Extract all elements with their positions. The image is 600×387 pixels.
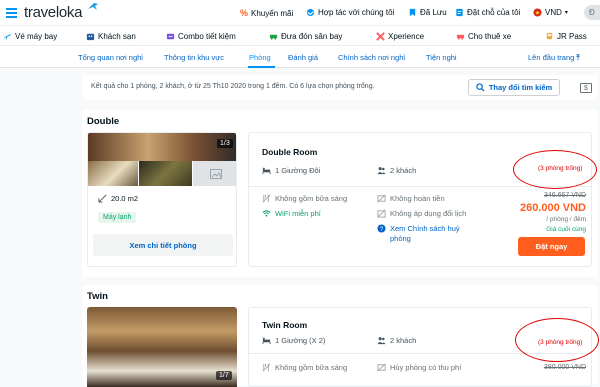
search-summary: Kết quả cho 1 phòng, 2 khách, ở từ 25 Th… [82, 75, 598, 100]
no-breakfast-icon [262, 363, 271, 372]
room-option-card: Double Room 1 Giường Đôi 2 khách Không g… [248, 132, 597, 267]
bed-info: 1 Giường Đôi [262, 166, 320, 175]
combo-icon [166, 33, 175, 40]
book-now-button[interactable]: Đặt ngay [518, 237, 585, 256]
price-display-icon[interactable]: $ [580, 83, 592, 93]
section-title: Double [87, 116, 120, 127]
tab-reviews[interactable]: Đánh giá [288, 53, 318, 62]
logo-bird-icon [88, 3, 98, 10]
room-option-card: Twin Room 1 Giường (X 2) 2 khách Không g… [248, 307, 599, 387]
no-refund-icon [377, 194, 386, 203]
annotation-circle [515, 318, 599, 362]
room-thumb-2[interactable] [139, 161, 192, 186]
image-placeholder-icon [209, 168, 222, 179]
room-thumb-1[interactable] [88, 161, 138, 186]
room-size: 20.0 m2 [98, 194, 138, 203]
handshake-icon [306, 8, 315, 17]
cancellation-policy: Hủy phòng có thu phí [377, 363, 461, 372]
refund-policy: Không hoàn tiền [377, 194, 445, 203]
xperience-icon [376, 32, 385, 41]
bed-icon [262, 337, 271, 345]
change-search-button[interactable]: Thay đổi tìm kiếm [468, 79, 560, 96]
hotel-icon [86, 33, 95, 41]
top-bar: traveloka % Khuyến mãi Hợp tác với chúng… [0, 0, 600, 25]
guest-info: 2 khách [377, 336, 416, 345]
promotions-link[interactable]: % Khuyến mãi [240, 8, 293, 18]
wifi-icon [262, 210, 271, 217]
no-reschedule-icon [377, 209, 386, 218]
active-tab-indicator [248, 66, 275, 68]
breakfast-info: Không gồm bữa sáng [262, 363, 347, 372]
svg-text:?: ? [380, 226, 384, 233]
room-photo-main[interactable] [88, 133, 236, 161]
property-tabs: Tổng quan nơi nghỉ Thông tin khu vực Phò… [0, 46, 600, 68]
back-to-top-link[interactable]: Lên đầu trang ⤒ [528, 53, 580, 63]
plane-icon [3, 33, 12, 40]
price: 260.000 VND [519, 202, 586, 214]
section-title: Twin [87, 291, 108, 302]
menu-icon[interactable] [6, 8, 17, 18]
percent-icon: % [240, 8, 249, 18]
breakfast-info: Không gồm bữa sáng [262, 194, 347, 203]
room-section-twin: Twin 1/7 Twin Room 1 Giường (X 2) 2 khác… [82, 285, 599, 387]
search-icon [476, 83, 485, 92]
cancellation-fee-icon [377, 363, 386, 372]
room-section-double: Double 1/3 20.0 m2 Máy lạnh Xem chi tiết… [82, 110, 598, 277]
saved-link[interactable]: Đã Lưu [408, 8, 447, 17]
no-breakfast-icon [262, 194, 271, 203]
room-name: Twin Room [262, 320, 308, 330]
help-icon: ? [377, 224, 386, 233]
tab-overview[interactable]: Tổng quan nơi nghỉ [78, 53, 143, 62]
original-price: 380.000 VND [543, 364, 586, 371]
room-size-icon [98, 194, 107, 203]
annotation-circle [513, 150, 597, 189]
amenity-badge: Máy lạnh [98, 212, 137, 223]
wifi-info: WiFi miễn phí [262, 209, 321, 218]
car-icon [269, 34, 278, 40]
guest-info: 2 khách [377, 166, 416, 175]
guests-icon [377, 167, 386, 175]
receipt-icon [456, 8, 463, 17]
room-photo-main[interactable] [87, 307, 237, 387]
tab-amenities[interactable]: Tiện nghi [426, 53, 457, 62]
guests-icon [377, 337, 386, 345]
my-bookings-link[interactable]: Đặt chỗ của tôi [455, 8, 520, 17]
room-name: Double Room [262, 147, 318, 157]
nav-item-jr-pass[interactable]: JR Pass [545, 32, 587, 41]
summary-text: Kết quả cho 1 phòng, 2 khách, ở từ 25 Th… [91, 83, 375, 90]
logo[interactable]: traveloka [24, 4, 82, 21]
bookmark-icon [409, 8, 416, 17]
room-details-button[interactable]: Xem chi tiết phòng [93, 234, 233, 256]
nav-item-combo[interactable]: Combo tiết kiệm [166, 32, 236, 41]
final-price-note: Giá cuối cùng [546, 226, 586, 233]
chevron-down-icon: ▾ [564, 10, 568, 16]
tab-rooms[interactable]: Phòng [249, 53, 271, 62]
original-price: 346.667 VND [543, 192, 586, 199]
train-icon [546, 32, 553, 40]
reschedule-policy: Không áp dụng đổi lịch [377, 209, 466, 218]
arrow-up-icon: ⤒ [576, 53, 580, 62]
product-nav: Vé máy bay Khách sạn Combo tiết kiệm Đưa… [0, 25, 600, 46]
photo-counter: 1/3 [217, 139, 233, 148]
car-rental-icon [456, 34, 465, 40]
cancellation-policy-link[interactable]: ? Xem Chính sách huỷ phòng [377, 224, 476, 244]
nav-item-xperience[interactable]: Xperience [376, 32, 424, 41]
nav-item-airport-transfer[interactable]: Đưa đón sân bay [269, 32, 342, 41]
nav-item-flights[interactable]: Vé máy bay [3, 32, 57, 41]
tab-area-info[interactable]: Thông tin khu vực [164, 53, 224, 62]
tab-policies[interactable]: Chính sách nơi nghỉ [338, 53, 405, 62]
avatar[interactable]: Đ [584, 5, 600, 20]
nav-item-car-rental[interactable]: Cho thuê xe [456, 32, 511, 41]
bed-info: 1 Giường (X 2) [262, 336, 325, 345]
partner-link[interactable]: Hợp tác với chúng tôi [306, 8, 394, 17]
room-thumb-placeholder [193, 161, 236, 186]
bed-icon [262, 167, 271, 175]
price-unit: / phòng / đêm [546, 216, 586, 223]
vietnam-flag-icon [533, 8, 542, 17]
room-gallery: 1/3 20.0 m2 Máy lạnh Xem chi tiết phòng [87, 132, 237, 267]
nav-item-hotels[interactable]: Khách sạn [86, 32, 136, 41]
currency-selector[interactable]: VND ▾ [533, 8, 568, 17]
